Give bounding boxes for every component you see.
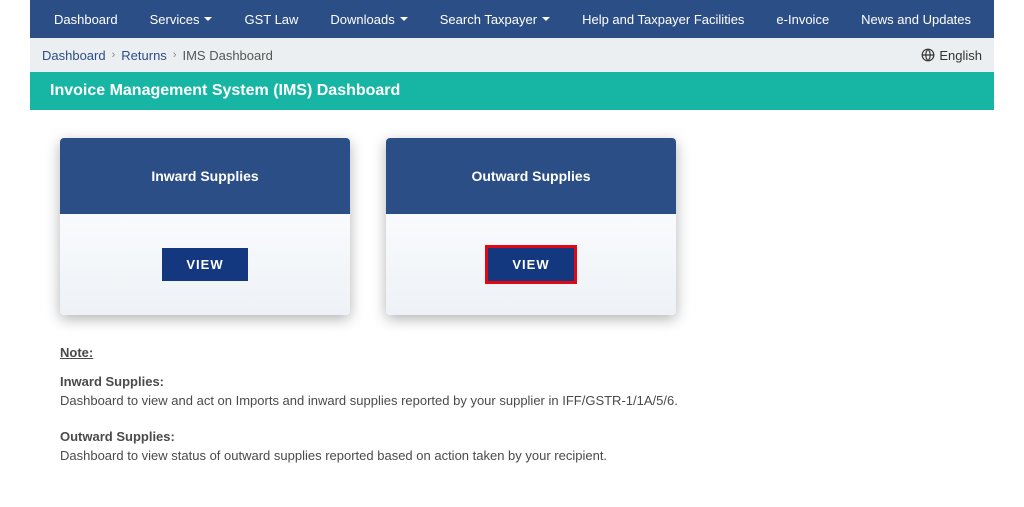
chevron-down-icon bbox=[400, 17, 408, 21]
nav-label: News and Updates bbox=[861, 12, 971, 27]
page-title: Invoice Management System (IMS) Dashboar… bbox=[30, 72, 994, 110]
notes-outward-title: Outward Supplies: bbox=[60, 429, 964, 444]
view-outward-button[interactable]: VIEW bbox=[488, 248, 573, 281]
nav-downloads[interactable]: Downloads bbox=[314, 0, 423, 38]
chevron-down-icon bbox=[204, 17, 212, 21]
content-area: Inward Supplies VIEW Outward Supplies VI… bbox=[30, 110, 994, 503]
card-outward-supplies: Outward Supplies VIEW bbox=[386, 138, 676, 315]
nav-label: GST Law bbox=[244, 12, 298, 27]
breadcrumb-current: IMS Dashboard bbox=[182, 48, 272, 63]
globe-icon bbox=[921, 48, 935, 62]
nav-label: e-Invoice bbox=[776, 12, 829, 27]
nav-dashboard[interactable]: Dashboard bbox=[38, 0, 134, 38]
sub-bar: Dashboard › Returns › IMS Dashboard Engl… bbox=[30, 38, 994, 72]
breadcrumb: Dashboard › Returns › IMS Dashboard bbox=[42, 48, 273, 63]
breadcrumb-link-returns[interactable]: Returns bbox=[121, 48, 167, 63]
nav-label: Services bbox=[150, 12, 200, 27]
breadcrumb-sep: › bbox=[112, 49, 116, 61]
nav-help[interactable]: Help and Taxpayer Facilities bbox=[566, 0, 760, 38]
card-header: Outward Supplies bbox=[386, 138, 676, 214]
top-nav: Dashboard Services GST Law Downloads Sea… bbox=[30, 0, 994, 38]
nav-label: Help and Taxpayer Facilities bbox=[582, 12, 744, 27]
card-body: VIEW bbox=[386, 214, 676, 315]
nav-search-taxpayer[interactable]: Search Taxpayer bbox=[424, 0, 566, 38]
cards-row: Inward Supplies VIEW Outward Supplies VI… bbox=[60, 138, 964, 315]
language-selector[interactable]: English bbox=[921, 48, 982, 63]
card-inward-supplies: Inward Supplies VIEW bbox=[60, 138, 350, 315]
breadcrumb-link-dashboard[interactable]: Dashboard bbox=[42, 48, 106, 63]
nav-news[interactable]: News and Updates bbox=[845, 0, 987, 38]
notes-inward-title: Inward Supplies: bbox=[60, 374, 964, 389]
breadcrumb-sep: › bbox=[173, 49, 177, 61]
nav-label: Dashboard bbox=[54, 12, 118, 27]
notes-section: Note: Inward Supplies: Dashboard to view… bbox=[60, 345, 964, 465]
chevron-down-icon bbox=[542, 17, 550, 21]
nav-label: Search Taxpayer bbox=[440, 12, 537, 27]
view-inward-button[interactable]: VIEW bbox=[162, 248, 247, 281]
notes-heading: Note: bbox=[60, 345, 964, 360]
card-header: Inward Supplies bbox=[60, 138, 350, 214]
nav-label: Downloads bbox=[330, 12, 394, 27]
notes-outward-text: Dashboard to view status of outward supp… bbox=[60, 446, 964, 466]
nav-services[interactable]: Services bbox=[134, 0, 229, 38]
card-body: VIEW bbox=[60, 214, 350, 315]
nav-gst-law[interactable]: GST Law bbox=[228, 0, 314, 38]
language-label: English bbox=[939, 48, 982, 63]
notes-inward-text: Dashboard to view and act on Imports and… bbox=[60, 391, 964, 411]
nav-einvoice[interactable]: e-Invoice bbox=[760, 0, 845, 38]
